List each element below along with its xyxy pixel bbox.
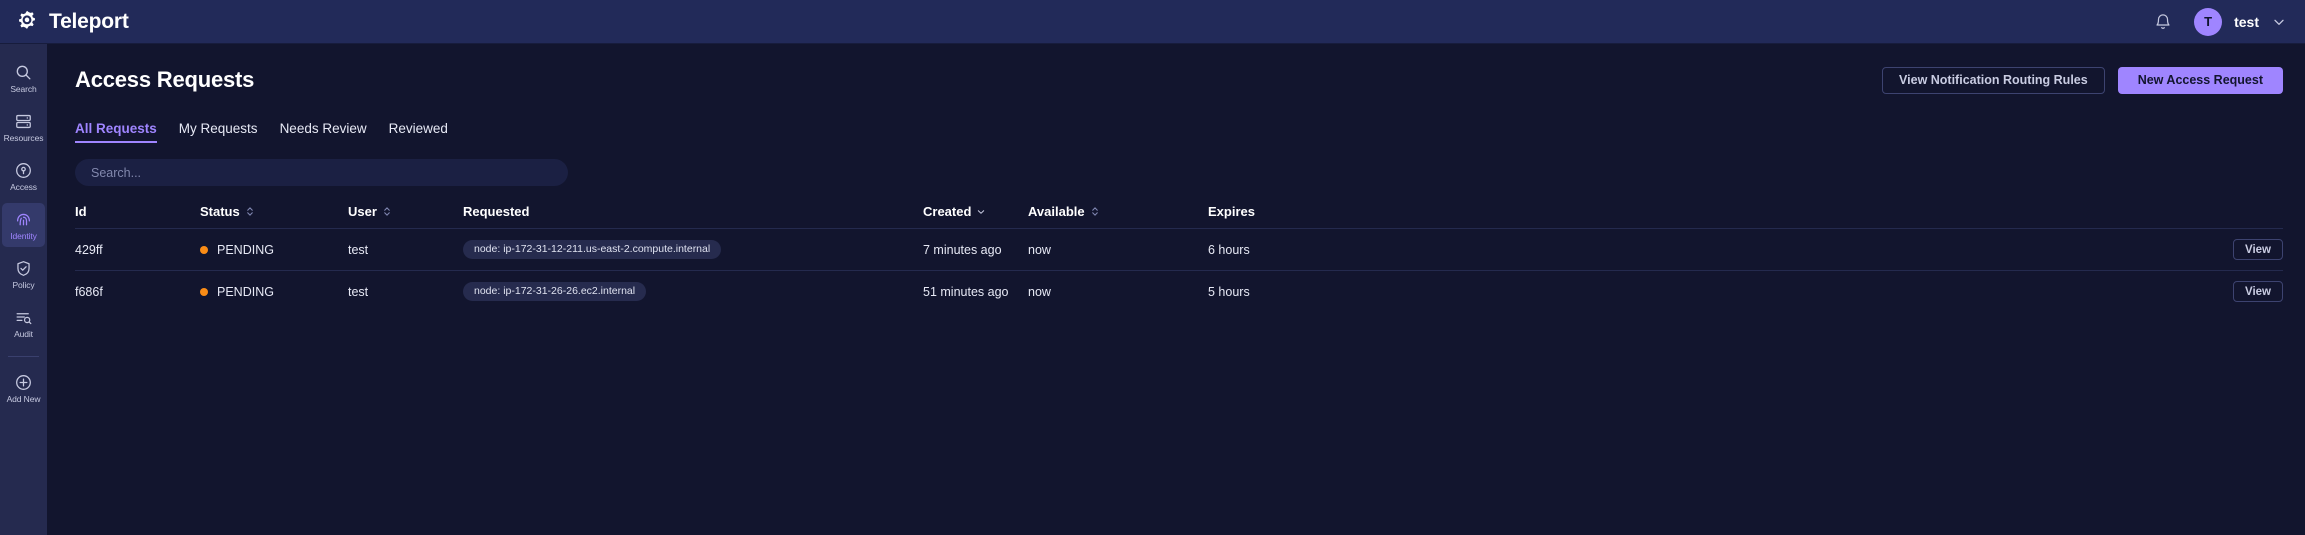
page-title: Access Requests <box>75 67 255 92</box>
column-header-id[interactable]: Id <box>75 204 200 229</box>
column-header-actions <box>2205 204 2283 229</box>
main-content: Access Requests View Notification Routin… <box>47 44 2305 535</box>
page-header: Access Requests View Notification Routin… <box>75 62 2283 98</box>
shield-check-icon <box>17 260 30 276</box>
view-button[interactable]: View <box>2233 281 2283 302</box>
bell-icon <box>2156 13 2170 29</box>
tab-bar: All Requests My Requests Needs Review Re… <box>75 121 2283 143</box>
user-menu-button[interactable]: T test <box>2194 7 2287 36</box>
column-label: Status <box>200 204 240 219</box>
search-icon <box>16 65 31 80</box>
column-header-status[interactable]: Status <box>200 204 348 229</box>
avatar: T <box>2194 7 2223 36</box>
tab-reviewed[interactable]: Reviewed <box>389 121 448 143</box>
brand-logo-link[interactable]: Teleport <box>14 9 129 35</box>
search-bar <box>75 159 2283 186</box>
tab-all-requests[interactable]: All Requests <box>75 121 157 143</box>
gear-icon <box>19 10 35 29</box>
view-notification-routing-rules-button[interactable]: View Notification Routing Rules <box>1882 66 2105 94</box>
table-body: 429ff PENDING test node: ip-172-31-12-21… <box>75 228 2283 312</box>
sidebar-divider <box>8 356 39 357</box>
app-window: Teleport T test Search Resources Access … <box>0 0 2305 535</box>
top-bar: Teleport T test <box>0 0 2305 44</box>
lock-circle-icon <box>16 162 31 178</box>
audit-log-icon <box>16 312 32 324</box>
column-label: Available <box>1028 204 1085 219</box>
status-dot-icon <box>200 245 208 254</box>
column-header-created[interactable]: Created <box>923 204 1028 229</box>
sort-arrows-icon <box>1091 207 1098 216</box>
search-input[interactable] <box>75 159 568 186</box>
sidebar-item-policy[interactable]: Policy <box>2 252 45 296</box>
sidebar-item-search[interactable]: Search <box>2 56 45 100</box>
cell-created: 51 minutes ago <box>923 270 1028 312</box>
cell-actions: View <box>2205 228 2283 271</box>
tab-needs-review[interactable]: Needs Review <box>280 121 367 143</box>
sidebar-item-identity[interactable]: Identity <box>2 203 45 247</box>
column-label: Id <box>75 204 87 219</box>
body: Search Resources Access Identity Policy … <box>0 44 2305 535</box>
cell-requested: node: ip-172-31-12-211.us-east-2.compute… <box>463 228 923 271</box>
sort-arrows-icon <box>384 207 390 216</box>
server-icon <box>16 114 31 128</box>
user-name: test <box>2234 13 2259 30</box>
fingerprint-icon <box>17 213 30 226</box>
new-access-request-button[interactable]: New Access Request <box>2117 66 2283 94</box>
status-badge: PENDING <box>217 284 274 299</box>
cell-requested: node: ip-172-31-26-26.ec2.internal <box>463 270 923 312</box>
chevron-down-icon <box>2274 19 2284 25</box>
cell-available: now <box>1028 270 1208 312</box>
cell-created: 7 minutes ago <box>923 228 1028 271</box>
resource-chip: node: ip-172-31-26-26.ec2.internal <box>463 281 647 302</box>
column-label: Created <box>923 204 972 219</box>
cell-user: test <box>348 270 463 312</box>
access-requests-table: Id Status User Requested Created Availab… <box>75 204 2283 312</box>
page-header-actions: View Notification Routing Rules New Acce… <box>1882 66 2283 94</box>
sidebar-item-add-new[interactable]: Add New <box>2 366 45 410</box>
sidebar-item-label: Add New <box>6 393 41 404</box>
column-label: User <box>348 204 377 219</box>
sort-arrows-icon <box>246 207 253 216</box>
cell-id: 429ff <box>75 228 200 271</box>
tab-my-requests[interactable]: My Requests <box>179 121 258 143</box>
sidebar-item-label: Audit <box>14 328 33 339</box>
sidebar-item-label: Access <box>10 181 37 192</box>
cell-status: PENDING <box>200 228 348 271</box>
column-header-expires: Expires <box>1208 204 2205 229</box>
cell-user: test <box>348 228 463 271</box>
sidebar: Search Resources Access Identity Policy … <box>0 44 47 535</box>
sidebar-item-resources[interactable]: Resources <box>2 105 45 149</box>
table-row[interactable]: 429ff PENDING test node: ip-172-31-12-21… <box>75 228 2283 271</box>
sidebar-item-audit[interactable]: Audit <box>2 301 45 345</box>
plus-circle-icon <box>16 374 31 390</box>
cell-actions: View <box>2205 270 2283 312</box>
table-header: Id Status User Requested Created Availab… <box>75 204 2283 229</box>
view-button[interactable]: View <box>2233 239 2283 260</box>
status-dot-icon <box>200 287 208 296</box>
sidebar-item-access[interactable]: Access <box>2 154 45 198</box>
column-header-user[interactable]: User <box>348 204 463 229</box>
top-bar-right: T test <box>2150 7 2287 36</box>
sidebar-item-label: Resources <box>3 132 44 143</box>
resource-chip: node: ip-172-31-12-211.us-east-2.compute… <box>463 239 722 260</box>
brand-name: Teleport <box>49 9 129 33</box>
sidebar-item-label: Identity <box>10 230 37 241</box>
column-label: Expires <box>1208 204 1255 219</box>
cell-available: now <box>1028 228 1208 271</box>
table-header-row: Id Status User Requested Created Availab… <box>75 204 2283 229</box>
column-label: Requested <box>463 204 530 219</box>
status-badge: PENDING <box>217 242 274 257</box>
table-row[interactable]: f686f PENDING test node: ip-172-31-26-26… <box>75 270 2283 312</box>
cell-expires: 5 hours <box>1208 270 2205 312</box>
sidebar-item-label: Policy <box>12 279 35 290</box>
notifications-button[interactable] <box>2150 9 2176 35</box>
column-header-available[interactable]: Available <box>1028 204 1208 229</box>
column-header-requested: Requested <box>463 204 923 229</box>
sidebar-item-label: Search <box>10 83 37 94</box>
cell-expires: 6 hours <box>1208 228 2205 271</box>
chevron-down-icon <box>978 210 985 214</box>
cell-id: f686f <box>75 270 200 312</box>
cell-status: PENDING <box>200 270 348 312</box>
